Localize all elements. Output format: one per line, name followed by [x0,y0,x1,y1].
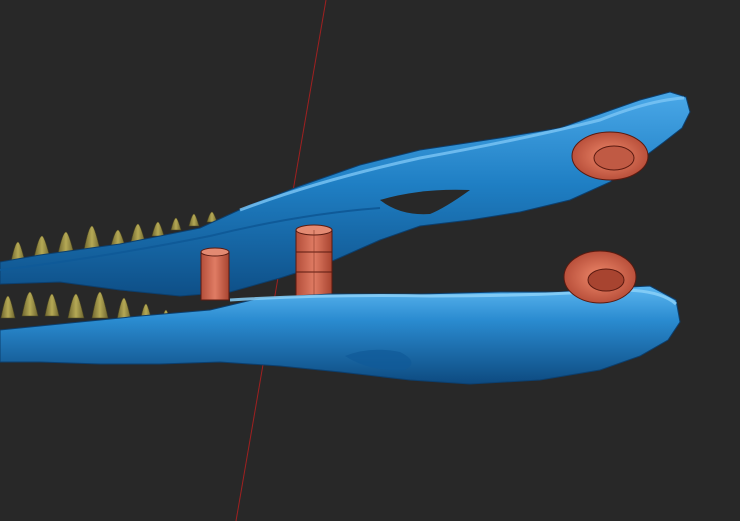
lower-tooth [21,291,39,317]
ring-upper[interactable] [571,131,649,181]
upper-tooth [151,221,165,237]
lower-tooth [91,291,109,319]
3d-viewport[interactable] [0,0,740,521]
upper-tooth [83,225,101,251]
lower-tooth [44,293,60,317]
pin-right[interactable] [295,224,333,297]
pin-left[interactable] [200,247,230,301]
ring-lower-inner [587,268,625,292]
upper-tooth [170,217,182,231]
pin-left-body [200,251,230,301]
ring-lower[interactable] [563,250,637,304]
pin-left-top [200,247,230,257]
ring-upper-inner [593,145,635,171]
lower-tooth [0,295,16,319]
lower-tooth [67,293,85,319]
upper-tooth [188,213,200,227]
viewport-canvas[interactable] [0,0,740,521]
